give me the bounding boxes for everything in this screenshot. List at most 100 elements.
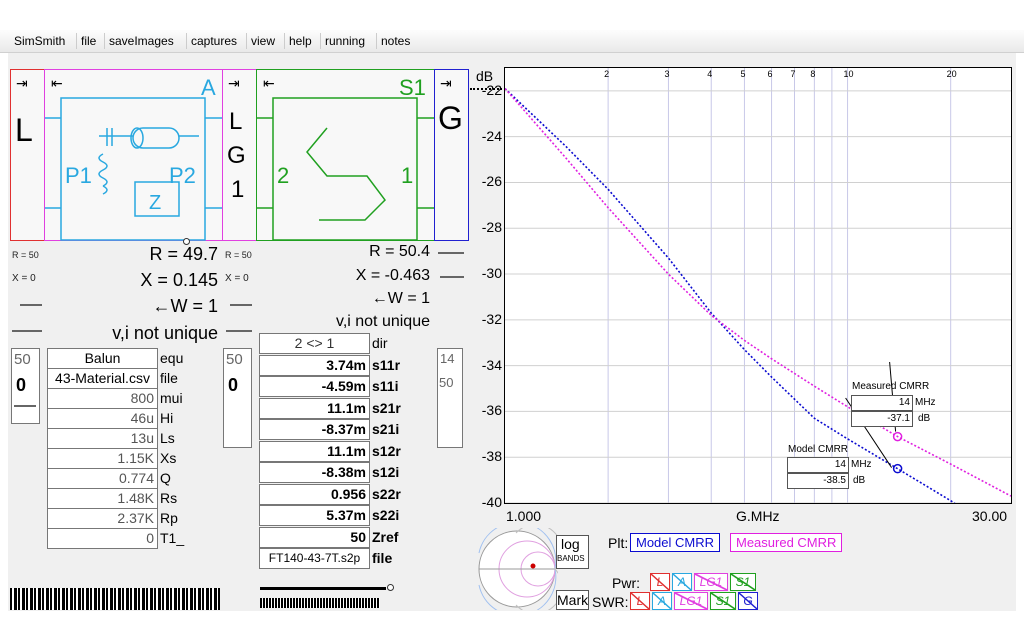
s1-block[interactable]: ⇤ S1 2 1 — [256, 69, 436, 241]
s-param-schematic-icon — [257, 97, 436, 241]
x-tick-label: 7 — [790, 69, 796, 79]
load-r-label: R = 50 — [12, 250, 39, 260]
balun-field-value[interactable]: 0.774 — [47, 468, 158, 489]
s-param-field-value[interactable]: 50 — [259, 526, 370, 548]
pwr-toggle-s1[interactable]: S1 — [730, 573, 756, 591]
load-vi-label — [12, 330, 42, 332]
load-block-label: L — [15, 112, 33, 148]
marker-model-value[interactable]: -38.5 — [787, 473, 849, 489]
block-arrow-icon: ⇥ — [440, 75, 452, 91]
y-tick-label: -22 — [481, 81, 502, 98]
x-tick-label: 5 — [740, 69, 746, 79]
balun-field-value[interactable]: 0 — [47, 528, 158, 549]
swr-toggle-s1[interactable]: S1 — [710, 592, 736, 610]
mark-button[interactable]: Mark — [556, 590, 589, 610]
menu-saveimages[interactable]: saveImages — [104, 33, 178, 49]
s-param-field-value[interactable]: -8.38m — [259, 462, 370, 483]
s-param-field-value[interactable]: 2 <> 1 — [259, 333, 370, 354]
menu-notes[interactable]: notes — [376, 33, 414, 49]
pwr-toggle-a[interactable]: A — [672, 573, 692, 591]
balun-field-label: mui — [160, 390, 183, 406]
balun-block[interactable]: ⇤ A P1 P2 Z — [44, 69, 224, 241]
pwr-toggle-lg1[interactable]: LG1 — [694, 573, 728, 591]
gen-freq-value[interactable]: 14 — [440, 351, 454, 366]
y-tick-label: -38 — [481, 448, 502, 465]
y-tick-label: -28 — [481, 219, 502, 236]
swr-toggle-l[interactable]: L — [630, 592, 650, 610]
marker-measured-value-unit: dB — [918, 413, 931, 424]
y-tick-label: -30 — [481, 265, 502, 282]
mid-value-2[interactable]: 0 — [228, 375, 238, 396]
mid-r-label: R = 50 — [225, 250, 252, 260]
swr-toggle-g[interactable]: G — [738, 592, 758, 610]
x-tick-label: 20 — [946, 69, 957, 79]
menu-simsmith[interactable]: SimSmith — [10, 33, 69, 49]
s-param-field-value[interactable]: FT140-43-7T.s2p — [259, 548, 370, 569]
right-vi-value: v,i not unique — [336, 313, 430, 330]
balun-field-label: file — [160, 370, 178, 386]
s-param-field-value[interactable]: 11.1m — [259, 397, 370, 419]
load-value-2[interactable]: 0 — [16, 375, 26, 396]
port-p1-label: P1 — [65, 163, 92, 188]
mid-x-label: X = 0 — [225, 273, 249, 284]
x-tick-label: 3 — [664, 69, 670, 79]
mid-w-label — [230, 304, 252, 306]
series-line-measured — [505, 88, 1011, 497]
s-param-field-label: s21r — [372, 399, 401, 416]
gen-controls: 14 50 — [437, 348, 463, 448]
menu-view[interactable]: view — [246, 33, 279, 49]
s-param-field-label: dir — [372, 335, 388, 351]
s-param-field-label: s22i — [372, 507, 400, 523]
x-tick-label: 2 — [604, 69, 610, 79]
smith-chart-thumbnail[interactable] — [476, 528, 558, 610]
swr-toggle-lg1[interactable]: LG1 — [674, 592, 708, 610]
marker-model-freq[interactable]: 14 — [787, 457, 849, 473]
log-bands-button[interactable]: log BANDS — [556, 535, 589, 569]
balun-field-value[interactable]: Balun — [47, 348, 158, 369]
s-param-field-value[interactable]: -8.37m — [259, 419, 370, 440]
balun-field-value[interactable]: 1.15K — [47, 448, 158, 469]
impedance-z-label: Z — [149, 192, 162, 214]
balun-field-value[interactable]: 13u — [47, 428, 158, 449]
balun-field-value[interactable]: 43-Material.csv — [47, 368, 158, 389]
plot-model-cmrr-button[interactable]: Model CMRR — [630, 533, 721, 552]
bands-label: BANDS — [557, 554, 585, 563]
lg1-one-label: 1 — [231, 176, 245, 203]
mid-value-1[interactable]: 50 — [226, 351, 243, 368]
cmrr-plot[interactable] — [504, 67, 1012, 504]
x-tick-label: 10 — [843, 69, 854, 79]
s-param-field-value[interactable]: 3.74m — [259, 354, 370, 376]
s-param-field-value[interactable]: -4.59m — [259, 376, 370, 397]
y-tick-label: -26 — [481, 173, 502, 190]
load-block[interactable]: ⇥ L — [10, 69, 45, 241]
marker-measured-freq[interactable]: 14 — [851, 395, 913, 411]
s-param-field-value[interactable]: 11.1m — [259, 440, 370, 462]
generator-block[interactable]: ⇥ G — [434, 69, 469, 241]
plot-measured-cmrr-button[interactable]: Measured CMRR — [730, 533, 843, 552]
x-tick-label: 4 — [707, 69, 713, 79]
menu-help[interactable]: help — [284, 33, 316, 49]
balun-field-label: Rp — [160, 510, 178, 526]
menu-running[interactable]: running — [320, 33, 369, 49]
load-value-1[interactable]: 50 — [14, 351, 31, 368]
left-x-value: X = 0.145 — [140, 270, 218, 290]
s1-port1-label: 1 — [401, 163, 414, 188]
gen-z-value[interactable]: 50 — [439, 375, 453, 390]
balun-field-value[interactable]: 46u — [47, 408, 158, 429]
y-tick-label: -32 — [481, 310, 502, 327]
balun-field-value[interactable]: 2.37K — [47, 508, 158, 529]
balun-field-value[interactable]: 800 — [47, 388, 158, 409]
pwr-toggle-l[interactable]: L — [650, 573, 670, 591]
menu-file[interactable]: file — [76, 33, 100, 49]
s-param-drag-handle[interactable] — [387, 584, 394, 591]
swr-toggle-a[interactable]: A — [652, 592, 672, 610]
generator-block-label: G — [438, 100, 463, 136]
s-param-field-label: s21i — [372, 421, 400, 437]
lg1-block[interactable]: ⇥ L G 1 — [222, 69, 257, 241]
status-strip-bar — [260, 587, 386, 590]
menu-captures[interactable]: captures — [186, 33, 241, 49]
marker-measured-value[interactable]: -37.1 — [851, 411, 913, 427]
s-param-field-value[interactable]: 5.37m — [259, 505, 370, 526]
balun-field-value[interactable]: 1.48K — [47, 488, 158, 509]
s-param-field-value[interactable]: 0.956 — [259, 483, 370, 505]
